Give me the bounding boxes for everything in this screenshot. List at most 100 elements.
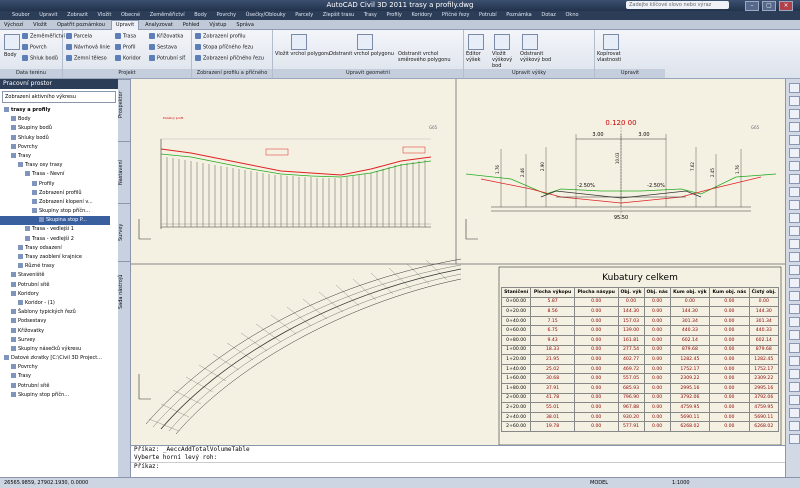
menu-item[interactable]: Dotaz: [541, 12, 556, 18]
tree-item[interactable]: Trasy osy trasy: [0, 161, 110, 170]
tree-item[interactable]: Datové zkratky [C:\Civil 3D Project...: [0, 354, 110, 363]
menu-item[interactable]: Zeměměřictví: [150, 12, 185, 18]
vtab-settings[interactable]: Nastavení: [118, 141, 130, 202]
toolbar-tool-icon[interactable]: [789, 395, 800, 405]
menu-item[interactable]: Příčné řezy: [442, 12, 470, 18]
body-button[interactable]: Body: [4, 52, 17, 58]
toolbar-tool-icon[interactable]: [789, 239, 800, 249]
point-cloud-button[interactable]: Shluk bodů: [22, 55, 58, 62]
tree-item[interactable]: Trasy odsazení: [0, 244, 110, 253]
tree-item[interactable]: Survey: [0, 336, 110, 345]
toolbar-tool-icon[interactable]: [789, 278, 800, 288]
command-input[interactable]: Příkaz:: [131, 462, 785, 471]
menu-item[interactable]: Parcely: [295, 12, 313, 18]
menu-item[interactable]: Zlepšit trasu: [323, 12, 354, 18]
alignment-button[interactable]: Trasa: [115, 33, 136, 40]
tree-item[interactable]: Trasy: [0, 152, 110, 161]
menu-item[interactable]: Vložit: [98, 12, 112, 18]
corridor-button[interactable]: Koridor: [115, 55, 141, 62]
menu-item[interactable]: Okno: [566, 12, 579, 18]
tree-item[interactable]: Skupiny bodů: [0, 124, 110, 133]
tree-item[interactable]: Skupiny stop příčn...: [0, 391, 110, 400]
toolbar-tool-icon[interactable]: [789, 265, 800, 275]
menu-item[interactable]: Poznámka: [506, 12, 532, 18]
tree-item[interactable]: Trasa - vedlejší 2: [0, 235, 110, 244]
menu-item[interactable]: Úsečky/Oblouky: [246, 12, 286, 18]
tab-vystup[interactable]: Výstup: [205, 21, 230, 30]
tree-item[interactable]: Potrubní sítě: [0, 382, 110, 391]
tree-item[interactable]: Body: [0, 115, 110, 124]
toolbar-tool-icon[interactable]: [789, 109, 800, 119]
tree-item[interactable]: Trasa - Nevní: [0, 170, 110, 179]
grading-button[interactable]: Zemní těleso: [66, 55, 107, 62]
toolbar-tool-icon[interactable]: [789, 330, 800, 340]
menu-item[interactable]: Zobrazit: [67, 12, 88, 18]
profile-view-button[interactable]: Zobrazení profilu: [195, 33, 246, 40]
tree-item[interactable]: Koridor - (1): [0, 299, 110, 308]
tree-item[interactable]: Skupiny násečků výkresu: [0, 345, 110, 354]
intersection-button[interactable]: Křižovatka: [149, 33, 183, 40]
menu-item[interactable]: Upravit: [39, 12, 57, 18]
toolbar-tool-icon[interactable]: [789, 421, 800, 431]
tab-vlozit[interactable]: Vložit: [29, 21, 51, 30]
toolbar-tool-icon[interactable]: [789, 382, 800, 392]
toolbar-tool-icon[interactable]: [789, 291, 800, 301]
delete-elevation-button[interactable]: Odstranit výškový bod: [520, 51, 552, 63]
pipe-network-button[interactable]: Potrubní síť: [149, 55, 185, 62]
parcel-button[interactable]: Parcela: [66, 33, 92, 40]
tree-item[interactable]: Trasy zaoblení krajnice: [0, 253, 110, 262]
nav-cube-label[interactable]: G65: [751, 125, 760, 130]
feature-line-button[interactable]: Návrhová linie: [66, 44, 110, 51]
menu-item[interactable]: Soubor: [12, 12, 30, 18]
toolbar-tool-icon[interactable]: [789, 174, 800, 184]
vtab-toolbox[interactable]: Sada nástrojů: [118, 261, 130, 322]
toolbar-tool-icon[interactable]: [789, 252, 800, 262]
toolbar-tool-icon[interactable]: [789, 369, 800, 379]
tree-item[interactable]: Skupiny stop příčn...: [0, 207, 110, 216]
tree-item[interactable]: Podsestavy: [0, 317, 110, 326]
sample-line-button[interactable]: Stopa příčného řezu: [195, 44, 253, 51]
tree-item[interactable]: Staveniště: [0, 271, 110, 280]
menu-item[interactable]: Povrchy: [216, 12, 236, 18]
menu-item[interactable]: Potrubí: [479, 12, 497, 18]
tree-item[interactable]: Křižovatky: [0, 327, 110, 336]
tree-item[interactable]: Zobrazení profilů: [0, 189, 110, 198]
search-input[interactable]: Zadejte klíčové slovo nebo výraz: [626, 1, 729, 9]
toolbar-tool-icon[interactable]: [789, 408, 800, 418]
vtab-prospector[interactable]: Prospektor: [118, 79, 130, 130]
tab-vychozi[interactable]: Výchozí: [0, 21, 27, 30]
toolbar-tool-icon[interactable]: [789, 317, 800, 327]
toolbar-tool-icon[interactable]: [789, 200, 800, 210]
toolbar-tool-icon[interactable]: [789, 83, 800, 93]
toolbar-tool-icon[interactable]: [789, 187, 800, 197]
insert-pi-button[interactable]: Vložit vrchol polygonu: [275, 51, 331, 57]
maximize-button[interactable]: ▢: [762, 1, 776, 11]
tree-item[interactable]: Povrchy: [0, 363, 110, 372]
tree-item[interactable]: Šablony typických řezů: [0, 308, 110, 317]
menu-item[interactable]: Koridory: [411, 12, 432, 18]
tab-upravit[interactable]: Upravit: [110, 20, 140, 30]
command-line[interactable]: Příkaz: _AeccAddTotalVolumeTable Vyberte…: [131, 445, 785, 478]
profile-button[interactable]: Profil: [115, 44, 135, 51]
toolbar-tool-icon[interactable]: [789, 122, 800, 132]
tab-poznamky[interactable]: Opatřit poznámkou: [53, 21, 109, 30]
toolbar-tool-icon[interactable]: [789, 148, 800, 158]
delete-tangent-pi-button[interactable]: Odstranit vrchol směrového polygonu: [398, 51, 462, 63]
menu-item[interactable]: Body: [194, 12, 207, 18]
tree-item[interactable]: Různé trasy: [0, 262, 110, 271]
elevation-editor-button[interactable]: Editor výšek: [466, 51, 492, 63]
view-select[interactable]: Zobrazení aktivního výkresu: [2, 91, 116, 103]
match-properties-button[interactable]: Kopírovat vlastnosti: [597, 51, 631, 63]
minimize-button[interactable]: –: [745, 1, 759, 11]
toolbar-tool-icon[interactable]: [789, 434, 800, 444]
assembly-button[interactable]: Sestava: [149, 44, 177, 51]
toolbar-tool-icon[interactable]: [789, 343, 800, 353]
menu-item[interactable]: Profily: [386, 12, 401, 18]
tree-item[interactable]: Koridory: [0, 290, 110, 299]
tree-item[interactable]: Profily: [0, 180, 110, 189]
tree-item[interactable]: Zobrazení klopení v...: [0, 198, 110, 207]
menu-item[interactable]: Obecné: [121, 12, 140, 18]
toolbar-tool-icon[interactable]: [789, 304, 800, 314]
delete-pi-button[interactable]: Odstranit vrchol polygonu: [329, 51, 399, 57]
toolbar-tool-icon[interactable]: [789, 226, 800, 236]
